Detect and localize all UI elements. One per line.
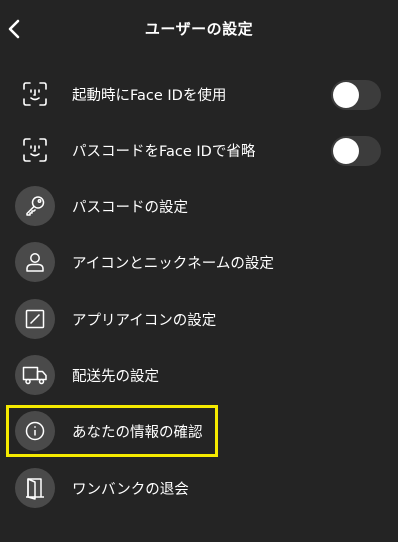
header: ユーザーの設定 — [0, 0, 398, 58]
settings-row-label: 起動時にFace IDを使用 — [72, 88, 227, 104]
settings-row-label: ワンバンクの退会 — [72, 482, 189, 498]
truck-icon — [15, 355, 55, 395]
toggle-knob — [333, 82, 359, 108]
toggle-knob — [333, 138, 359, 164]
door-exit-icon — [15, 468, 55, 508]
key-icon — [15, 186, 55, 226]
settings-row-withdraw[interactable]: ワンバンクの退会 — [0, 460, 398, 516]
user-settings-screen: ユーザーの設定 起動時にFace IDを使用 パスコードをFace IDで省略 … — [0, 0, 398, 542]
settings-row-delivery[interactable]: 配送先の設定 — [0, 347, 398, 403]
app-icon-icon — [15, 299, 55, 339]
settings-row-icon-nickname[interactable]: アイコンとニックネームの設定 — [0, 234, 398, 290]
page-title: ユーザーの設定 — [144, 20, 254, 38]
settings-row-app-icon[interactable]: アプリアイコンの設定 — [0, 291, 398, 347]
settings-row-label: パスコードをFace IDで省略 — [72, 144, 256, 160]
settings-row-label: アイコンとニックネームの設定 — [72, 256, 274, 272]
settings-row-face-id-passcode[interactable]: パスコードをFace IDで省略 — [0, 122, 398, 178]
settings-row-label: アプリアイコンの設定 — [72, 313, 217, 329]
info-icon — [15, 411, 55, 451]
face-id-icon — [15, 130, 55, 170]
settings-row-label: あなたの情報の確認 — [72, 425, 203, 441]
face-id-launch-toggle[interactable] — [331, 80, 381, 110]
settings-row-face-id-launch[interactable]: 起動時にFace IDを使用 — [0, 66, 398, 122]
person-icon — [15, 242, 55, 282]
settings-row-your-info[interactable]: あなたの情報の確認 — [0, 403, 398, 459]
settings-row-label: 配送先の設定 — [72, 369, 159, 385]
settings-row-label: パスコードの設定 — [72, 200, 188, 216]
face-id-icon — [15, 74, 55, 114]
face-id-passcode-toggle[interactable] — [331, 136, 381, 166]
settings-row-passcode[interactable]: パスコードの設定 — [0, 178, 398, 234]
